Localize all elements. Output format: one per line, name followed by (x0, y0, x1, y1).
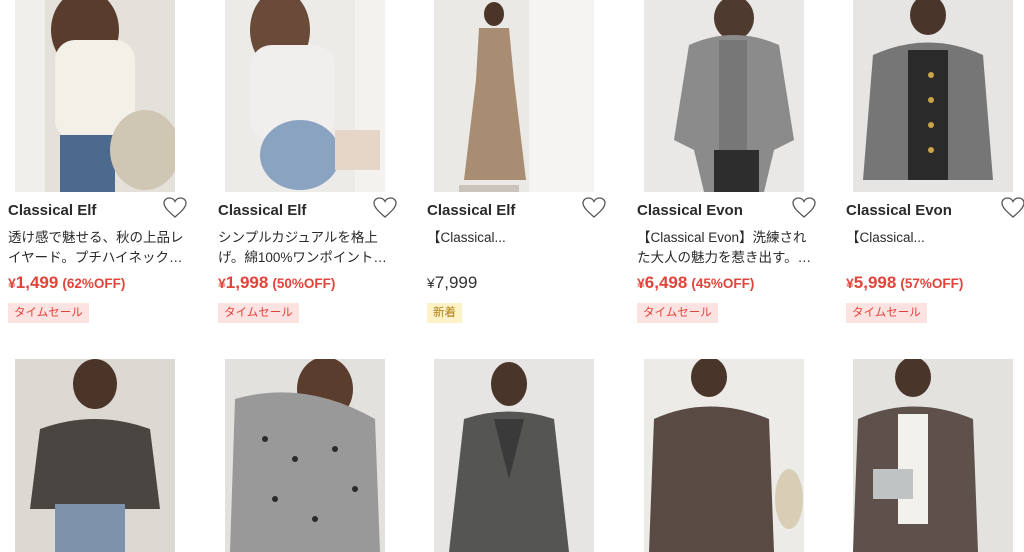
product-brand: Classical Elf (218, 202, 307, 219)
product-description[interactable]: 【Classical Evon】洗練され た大人の魅力を惹き出す。… (637, 228, 813, 268)
product-brand: Classical Evon (846, 202, 952, 219)
favorite-heart-icon[interactable] (791, 196, 817, 220)
favorite-heart-icon[interactable] (1000, 196, 1024, 220)
favorite-heart-icon[interactable] (162, 196, 188, 220)
time-sale-badge: タイムセール (846, 303, 927, 323)
product-image[interactable] (644, 359, 804, 552)
product-image[interactable] (434, 359, 594, 552)
product-price: ¥6,498 (45%OFF) (637, 273, 755, 292)
time-sale-badge: タイムセール (218, 303, 299, 323)
product-price: ¥7,999 (427, 273, 478, 292)
favorite-heart-icon[interactable] (581, 196, 607, 220)
product-description[interactable]: 【Classical... (846, 228, 1022, 268)
product-image[interactable] (15, 359, 175, 552)
new-arrival-badge: 新着 (427, 303, 462, 323)
product-brand: Classical Elf (8, 202, 97, 219)
time-sale-badge: タイムセール (637, 303, 718, 323)
product-description[interactable]: 【Classical... (427, 228, 603, 268)
discount-rate: (62%OFF) (62, 276, 126, 291)
favorite-heart-icon[interactable] (372, 196, 398, 220)
product-image[interactable] (225, 0, 385, 192)
product-image[interactable] (434, 0, 594, 192)
product-image[interactable] (225, 359, 385, 552)
product-image[interactable] (15, 0, 175, 192)
discount-rate: (50%OFF) (272, 276, 336, 291)
product-brand: Classical Evon (637, 202, 743, 219)
product-brand: Classical Elf (427, 202, 516, 219)
product-price: ¥5,998 (57%OFF) (846, 273, 964, 292)
product-image[interactable] (853, 359, 1013, 552)
product-description[interactable]: 透け感で魅せる、秋の上品レ イヤード。プチハイネック… (8, 228, 184, 268)
product-image[interactable] (853, 0, 1013, 192)
product-price: ¥1,499 (62%OFF) (8, 273, 126, 292)
product-description[interactable]: シンプルカジュアルを格上 げ。綿100%ワンポイント… (218, 228, 394, 268)
product-price: ¥1,998 (50%OFF) (218, 273, 336, 292)
product-image[interactable] (644, 0, 804, 192)
discount-rate: (57%OFF) (900, 276, 964, 291)
discount-rate: (45%OFF) (691, 276, 755, 291)
time-sale-badge: タイムセール (8, 303, 89, 323)
